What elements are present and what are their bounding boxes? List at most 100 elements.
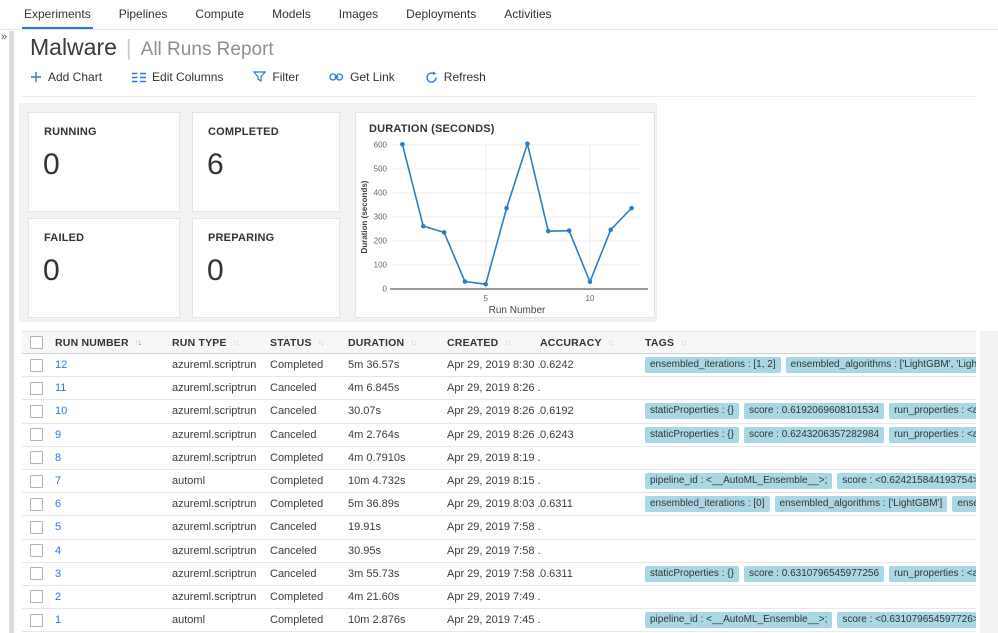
duration-cell: 19.91s	[348, 521, 447, 533]
run-type-cell: automl	[172, 475, 270, 487]
row-checkbox[interactable]	[30, 451, 43, 464]
svg-text:Run Number: Run Number	[489, 305, 546, 316]
created-cell: Apr 29, 2019 8:30 ...	[447, 359, 540, 371]
created-cell: Apr 29, 2019 7:49 ...	[447, 591, 540, 603]
run-type-cell: azureml.scriptrun	[172, 498, 270, 510]
run-link[interactable]: 8	[55, 452, 61, 464]
row-checkbox-cell	[22, 498, 55, 511]
column-label: RUN NUMBER	[55, 337, 129, 349]
run-link[interactable]: 7	[55, 475, 61, 487]
expand-panel-icon[interactable]: »	[1, 31, 7, 43]
run-link[interactable]: 12	[55, 359, 67, 371]
created-cell: Apr 29, 2019 8:26 ...	[447, 405, 540, 417]
row-checkbox[interactable]	[30, 590, 43, 603]
run-link[interactable]: 3	[55, 568, 61, 580]
created-cell: Apr 29, 2019 7:58 ...	[447, 568, 540, 580]
accuracy-cell: 0.6243	[540, 429, 645, 441]
toolbar-label: Get Link	[350, 70, 395, 84]
table-row: 1automlCompleted10m 2.876sApr 29, 2019 7…	[22, 609, 976, 632]
status-cell: Completed	[270, 359, 348, 371]
column-header-accuracy[interactable]: ACCURACY↑↓	[540, 337, 645, 349]
tag-chip: score : 0.6310796545977256	[744, 566, 884, 582]
tag-chip: staticProperties : {}	[645, 427, 739, 443]
stat-label: COMPLETED	[193, 113, 339, 138]
edit-columns-button[interactable]: Edit Columns	[132, 70, 223, 84]
run-number-cell: 4	[55, 545, 172, 557]
add-chart-icon	[30, 71, 42, 83]
stat-card-running: RUNNING 0	[28, 112, 180, 212]
refresh-button[interactable]: Refresh	[425, 70, 486, 84]
duration-cell: 30.95s	[348, 545, 447, 557]
add-chart-button[interactable]: Add Chart	[30, 70, 102, 84]
row-checkbox[interactable]	[30, 382, 43, 395]
toolbar-divider	[22, 96, 976, 97]
row-checkbox[interactable]	[30, 405, 43, 418]
tab-pipelines[interactable]: Pipelines	[117, 0, 170, 29]
report-name: All Runs Report	[141, 39, 274, 61]
tab-models[interactable]: Models	[270, 0, 313, 29]
tab-activities[interactable]: Activities	[502, 0, 553, 29]
column-header-run-number[interactable]: RUN NUMBER↑↓	[55, 337, 172, 349]
status-cell: Completed	[270, 498, 348, 510]
tab-deployments[interactable]: Deployments	[404, 0, 478, 29]
status-cell: Completed	[270, 452, 348, 464]
run-type-cell: azureml.scriptrun	[172, 452, 270, 464]
row-checkbox[interactable]	[30, 359, 43, 372]
tab-images[interactable]: Images	[337, 0, 380, 29]
tag-chip: run_properties : <automl.client.core.co.…	[889, 427, 976, 443]
row-checkbox[interactable]	[30, 567, 43, 580]
column-header-run-type[interactable]: RUN TYPE ↑↓	[172, 337, 270, 349]
column-label: DURATION	[348, 337, 404, 349]
run-link[interactable]: 5	[55, 521, 61, 533]
row-checkbox[interactable]	[30, 544, 43, 557]
run-link[interactable]: 11	[55, 382, 66, 394]
column-label: CREATED	[447, 337, 498, 349]
sort-icon: ↑↓	[233, 338, 239, 347]
column-header-tags[interactable]: TAGS↑↓	[645, 337, 976, 349]
table-row: 2azureml.scriptrunCompleted4m 21.60sApr …	[22, 586, 976, 609]
tags-cell: staticProperties : {}score : 0.631079654…	[645, 566, 976, 582]
sort-icon: ↑↓	[608, 338, 614, 347]
run-link[interactable]: 2	[55, 591, 61, 603]
column-header-status[interactable]: STATUS↑↓	[270, 337, 348, 349]
created-cell: Apr 29, 2019 7:58 ...	[447, 521, 540, 533]
accuracy-cell: 0.6311	[540, 498, 645, 510]
run-type-cell: azureml.scriptrun	[172, 591, 270, 603]
duration-cell: 30.07s	[348, 405, 447, 417]
toolbar: Add Chart Edit Columns Filter Get Link Refre…	[30, 70, 516, 84]
run-number-cell: 8	[55, 452, 172, 464]
run-link[interactable]: 10	[55, 405, 67, 417]
run-link[interactable]: 9	[55, 429, 61, 441]
row-checkbox[interactable]	[30, 475, 43, 488]
table-row: 12azureml.scriptrunCompleted5m 36.57sApr…	[22, 354, 976, 377]
status-cell: Canceled	[270, 382, 348, 394]
created-cell: Apr 29, 2019 8:15 ...	[447, 475, 540, 487]
run-link[interactable]: 4	[55, 545, 61, 557]
row-checkbox[interactable]	[30, 521, 43, 534]
run-link[interactable]: 1	[55, 614, 61, 626]
table-body: 12azureml.scriptrunCompleted5m 36.57sApr…	[22, 354, 976, 632]
select-all-checkbox[interactable]	[30, 336, 43, 349]
row-checkbox[interactable]	[30, 428, 43, 441]
run-type-cell: azureml.scriptrun	[172, 521, 270, 533]
tab-compute[interactable]: Compute	[193, 0, 246, 29]
column-label: TAGS	[645, 337, 674, 349]
duration-line-chart: 5100100200300400500600Duration (seconds)…	[356, 135, 654, 324]
filter-button[interactable]: Filter	[253, 70, 299, 84]
run-link[interactable]: 6	[55, 498, 61, 510]
collapsed-left-rail[interactable]	[9, 31, 14, 633]
toolbar-label: Filter	[272, 70, 299, 84]
column-label: RUN TYPE	[172, 337, 227, 349]
row-checkbox[interactable]	[30, 614, 43, 627]
tag-chip: run_properties : <automl.client.core.co.…	[889, 403, 976, 419]
svg-text:10: 10	[585, 294, 594, 303]
table-row: 10azureml.scriptrunCanceled30.07sApr 29,…	[22, 400, 976, 423]
row-checkbox[interactable]	[30, 498, 43, 511]
get-link-button[interactable]: Get Link	[329, 70, 395, 84]
created-cell: Apr 29, 2019 8:26 ...	[447, 429, 540, 441]
column-header-duration[interactable]: DURATION↑↓	[348, 337, 447, 349]
experiment-name: Malware	[30, 34, 117, 61]
tab-experiments[interactable]: Experiments	[22, 0, 93, 29]
accuracy-cell: 0.6311	[540, 568, 645, 580]
column-header-created[interactable]: CREATED↑↓	[447, 337, 540, 349]
